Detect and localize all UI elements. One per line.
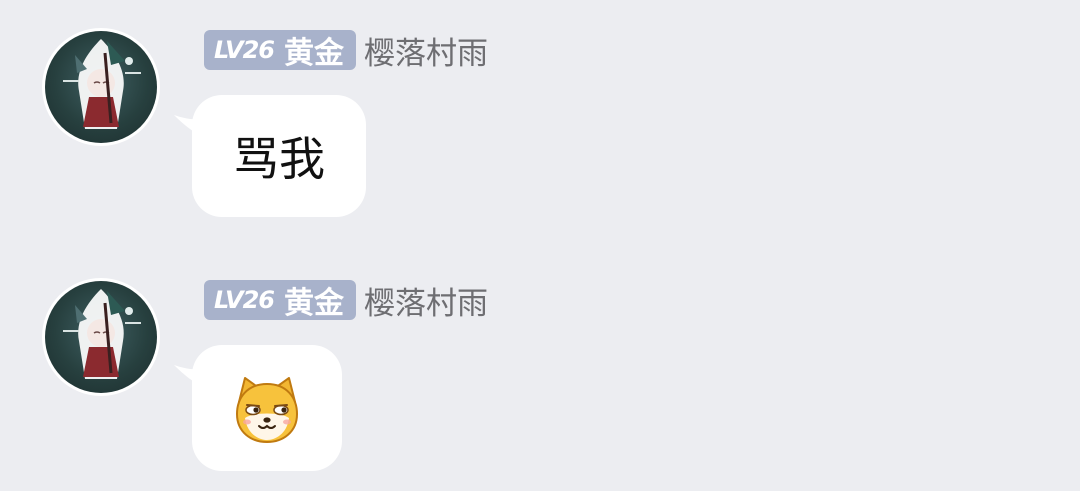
chat-message: LV26 黄金 樱落村雨 [0,250,1080,490]
avatar[interactable] [42,28,160,146]
sticker [192,345,342,471]
level-badge: LV26 黄金 [204,30,356,71]
avatar-image [45,31,157,143]
dog-face-sticker-icon [235,377,299,444]
rank-title: 黄金 [283,36,344,71]
level-text: LV26 [214,36,275,64]
avatar[interactable] [42,278,160,396]
message-bubble[interactable]: 骂我 [192,95,366,217]
avatar-image [45,281,157,393]
level-badge: LV26 黄金 [204,280,356,321]
message-text: 骂我 [233,132,325,186]
rank-title: 黄金 [283,286,344,321]
chat-message: LV26 黄金 樱落村雨 骂我 [0,0,1080,240]
message-header: LV26 黄金 樱落村雨 [204,28,488,73]
username[interactable]: 樱落村雨 [364,278,488,323]
level-text: LV26 [214,286,275,314]
message-header: LV26 黄金 樱落村雨 [204,278,488,323]
message-bubble[interactable] [192,345,342,471]
username[interactable]: 樱落村雨 [364,28,488,73]
